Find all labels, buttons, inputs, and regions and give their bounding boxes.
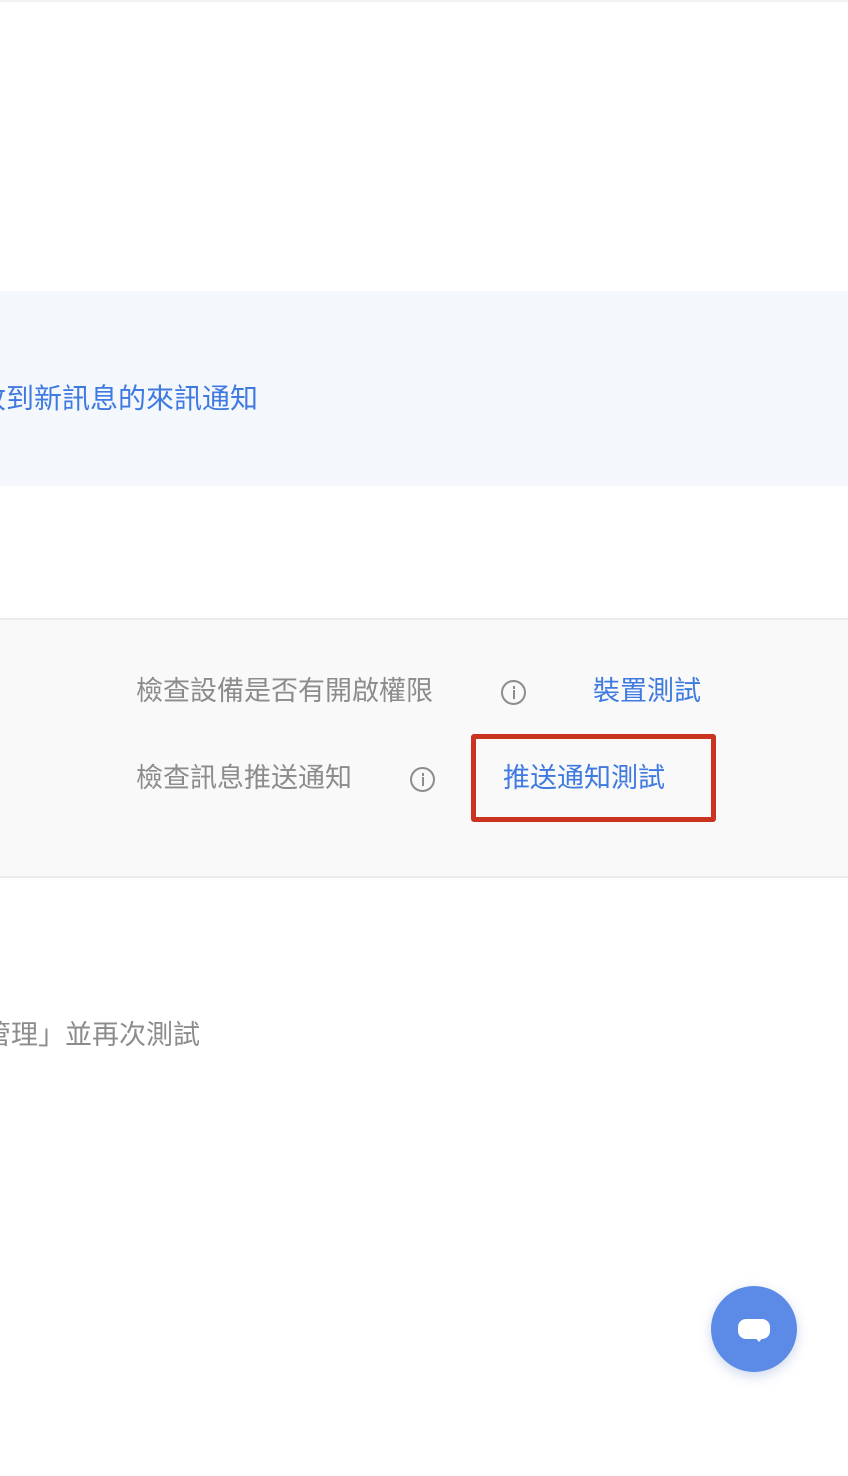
- notification-settings-page: 收到新訊息的來訊通知 檢查設備是否有開啟權限 裝置測試 檢查訊息推送通知 推送通…: [0, 0, 848, 1476]
- test-panel: [0, 618, 848, 878]
- highlight-annotation-box: [471, 734, 716, 822]
- banner-text: 收到新訊息的來訊通知: [0, 382, 259, 415]
- device-test-link[interactable]: 裝置測試: [593, 672, 701, 712]
- chat-bubble-icon: [738, 1319, 770, 1342]
- info-circle-icon[interactable]: [410, 767, 435, 792]
- chat-button[interactable]: [711, 1286, 797, 1372]
- device-permission-label: 檢查設備是否有開啟權限: [136, 676, 433, 707]
- top-divider: [0, 0, 848, 2]
- retest-instruction-text: 管理」並再次測試: [0, 1020, 200, 1051]
- info-circle-icon[interactable]: [501, 680, 526, 705]
- push-notification-label: 檢查訊息推送通知: [136, 763, 352, 794]
